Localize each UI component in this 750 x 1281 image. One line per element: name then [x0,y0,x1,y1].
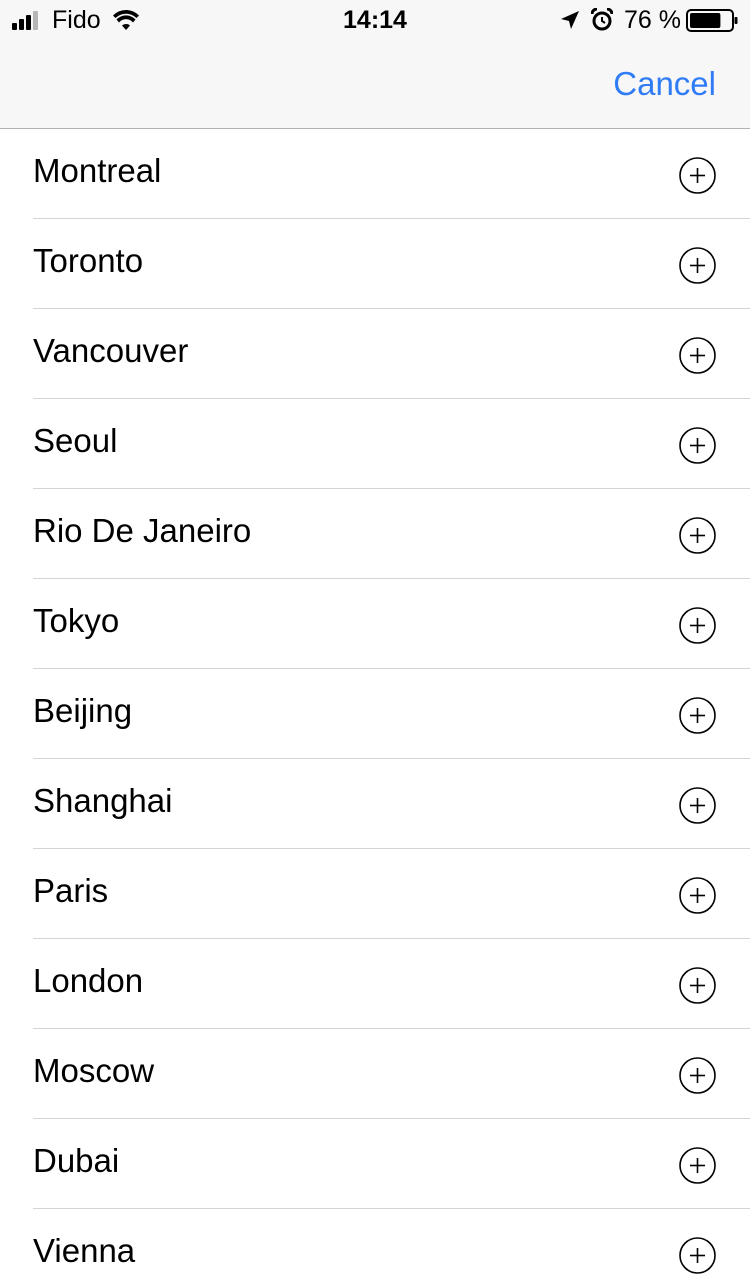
city-row[interactable]: Tokyo [0,579,750,669]
add-circle-icon[interactable] [679,1147,716,1184]
add-circle-icon[interactable] [679,1057,716,1094]
add-circle-icon[interactable] [679,517,716,554]
city-row[interactable]: Vancouver [0,309,750,399]
add-circle-icon[interactable] [679,697,716,734]
city-row[interactable]: Toronto [0,219,750,309]
city-row[interactable]: Rio De Janeiro [0,489,750,579]
city-row[interactable]: Beijing [0,669,750,759]
city-name: Shanghai [33,782,173,819]
city-row[interactable]: Seoul [0,399,750,489]
city-name: Dubai [33,1142,120,1179]
city-row[interactable]: Dubai [0,1119,750,1209]
alarm-clock-icon [591,8,613,31]
status-bar: Fido 14:14 76 % [0,0,750,40]
add-circle-icon[interactable] [679,247,716,284]
city-name: Rio De Janeiro [33,512,252,549]
city-name: Montreal [33,152,162,189]
city-row[interactable]: Moscow [0,1029,750,1119]
add-circle-icon[interactable] [679,157,716,194]
city-name: Moscow [33,1052,155,1089]
city-name: Tokyo [33,602,120,639]
battery-percent: 76 % [624,6,681,34]
city-name: London [33,962,144,999]
city-row[interactable]: Paris [0,849,750,939]
city-row[interactable]: Vienna [0,1209,750,1281]
battery-icon [686,9,738,32]
city-name: Vancouver [33,332,189,369]
screen: Fido 14:14 76 % Cancel Montreal Toronto … [0,0,750,1281]
city-name: Seoul [33,422,118,459]
city-list: Montreal Toronto Vancouver Seoul Rio De Jane… [0,129,750,1281]
city-name: Vienna [33,1232,136,1269]
add-circle-icon[interactable] [679,1237,716,1274]
location-arrow-icon [561,11,579,29]
add-circle-icon[interactable] [679,877,716,914]
top-bar: Fido 14:14 76 % Cancel [0,0,750,129]
city-row[interactable]: Montreal [0,129,750,219]
city-name: Paris [33,872,109,909]
city-row[interactable]: London [0,939,750,1029]
add-circle-icon[interactable] [679,967,716,1004]
add-circle-icon[interactable] [679,787,716,824]
add-circle-icon[interactable] [679,427,716,464]
city-row[interactable]: Shanghai [0,759,750,849]
cancel-button[interactable]: Cancel [613,64,716,104]
city-name: Beijing [33,692,133,729]
add-circle-icon[interactable] [679,607,716,644]
add-circle-icon[interactable] [679,337,716,374]
city-name: Toronto [33,242,144,279]
